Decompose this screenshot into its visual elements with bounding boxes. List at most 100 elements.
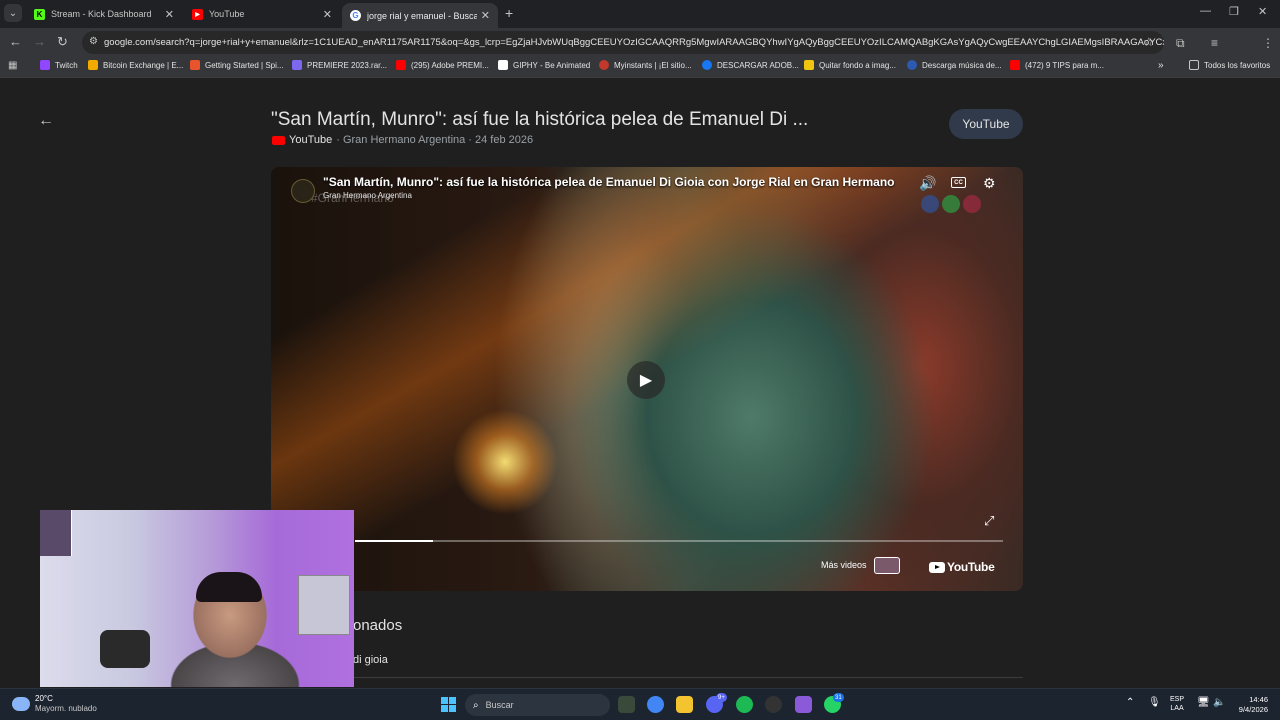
microphone-icon[interactable]: 🎙: [1148, 697, 1161, 708]
bookmark-premiere-rar[interactable]: PREMIERE 2023.rar...: [292, 60, 387, 70]
fullscreen-icon[interactable]: ⤢: [984, 513, 994, 529]
settings-gear-icon[interactable]: ⚙: [983, 175, 996, 192]
video-channel[interactable]: Gran Hermano Argentina: [323, 191, 412, 200]
bookmark-twitch[interactable]: Twitch: [40, 60, 78, 70]
tab-youtube[interactable]: ▶ YouTube ✕: [184, 3, 340, 25]
twitch-icon: [40, 60, 50, 70]
youtube-icon: [1010, 60, 1020, 70]
obs-icon[interactable]: [765, 696, 782, 713]
whatsapp-badge: 31: [833, 693, 844, 702]
youtube-logo[interactable]: YouTube: [929, 560, 995, 574]
media-control-icon[interactable]: ≡: [1211, 36, 1218, 50]
open-youtube-button[interactable]: YouTube: [949, 109, 1023, 139]
speaker-icon[interactable]: 🔈: [1213, 697, 1225, 708]
taskbar: 20°C Mayorm. nublado ⌕ Buscar 9+ 31 ⌃ 🎙 …: [0, 688, 1280, 720]
close-icon[interactable]: ✕: [481, 9, 490, 22]
divider: [271, 677, 1023, 678]
apps-icon[interactable]: ▦: [8, 60, 17, 71]
video-title[interactable]: "San Martín, Munro": así fue la históric…: [323, 175, 903, 189]
youtube-icon: [396, 60, 406, 70]
result-meta: YouTube · Gran Hermano Argentina · 24 fe…: [272, 134, 533, 146]
bookmark-spi[interactable]: Getting Started | Spi...: [190, 60, 284, 70]
result-title[interactable]: "San Martín, Munro": así fue la históric…: [271, 109, 808, 131]
new-tab-plus-icon[interactable]: +: [505, 5, 513, 21]
back-icon[interactable]: ←: [9, 34, 22, 49]
network-icon[interactable]: 🖥: [1197, 697, 1210, 708]
tab-search-button[interactable]: ⌄: [4, 4, 22, 22]
lang-secondary: LAA: [1170, 705, 1184, 712]
wall-poster: [298, 575, 350, 635]
more-videos-thumbnail[interactable]: [874, 557, 900, 574]
bookmark-label: (472) 9 TIPS para m...: [1025, 60, 1104, 70]
more-bookmarks-chevron-icon[interactable]: »: [1158, 60, 1164, 71]
folder-icon: [1189, 60, 1199, 70]
browser-toolbar: ← → ↻ ⚙ google.com/search?q=jorge+rial+y…: [0, 28, 1280, 76]
bookmark-myinstants[interactable]: Myinstants | ¡El sitio...: [599, 60, 692, 70]
site-info-icon[interactable]: ⚙: [89, 36, 98, 47]
close-window-icon[interactable]: ✕: [1258, 5, 1267, 18]
close-icon[interactable]: ✕: [165, 8, 174, 21]
youtube-play-icon: [929, 561, 945, 573]
chrome-icon[interactable]: [647, 696, 664, 713]
windows-start-icon[interactable]: [441, 697, 456, 712]
temperature: 20°C: [35, 694, 53, 703]
task-view-icon[interactable]: [618, 696, 635, 713]
menu-icon[interactable]: ⋮: [1262, 36, 1274, 50]
tab-kick[interactable]: K Stream - Kick Dashboard ✕: [26, 3, 182, 25]
extensions-icon[interactable]: ⧉: [1176, 36, 1185, 51]
cloud-icon: [12, 697, 30, 711]
streamlabs-icon[interactable]: [795, 696, 812, 713]
video-player[interactable]: #GranHermano "San Martín, Munro": así fu…: [271, 167, 1023, 591]
tab-title: Stream - Kick Dashboard: [51, 9, 152, 19]
tab-title: jorge rial y emanuel - Buscar con Google: [367, 10, 477, 21]
forward-icon[interactable]: →: [33, 34, 46, 49]
progress-fill: [355, 540, 433, 542]
bookmark-adobe-premiere[interactable]: (295) Adobe PREMI...: [396, 60, 489, 70]
myinstants-icon: [599, 60, 609, 70]
address-bar[interactable]: ⚙ google.com/search?q=jorge+rial+y+emanu…: [82, 31, 1164, 54]
result-channel-date: · Gran Hermano Argentina · 24 feb 2026: [336, 134, 534, 146]
back-arrow-icon[interactable]: ←: [38, 112, 54, 130]
bookmark-quitar-fondo[interactable]: Quitar fondo a imag...: [804, 60, 896, 70]
bookmark-label: Myinstants | ¡El sitio...: [614, 60, 692, 70]
bookmark-label: DESCARGAR ADOB...: [717, 60, 799, 70]
reload-icon[interactable]: ↻: [57, 34, 68, 50]
bookmark-9-tips[interactable]: (472) 9 TIPS para m...: [1010, 60, 1104, 70]
tab-strip: ⌄ K Stream - Kick Dashboard ✕ ▶ YouTube …: [0, 0, 1280, 28]
related-heading: onados: [353, 617, 403, 634]
all-bookmarks-folder[interactable]: Todos los favoritos: [1189, 60, 1270, 70]
tab-title: YouTube: [209, 9, 245, 19]
minimize-icon[interactable]: —: [1200, 5, 1211, 17]
bookmark-label: Twitch: [55, 60, 78, 70]
restore-icon[interactable]: ❐: [1229, 5, 1239, 18]
taskbar-search[interactable]: ⌕ Buscar: [465, 694, 610, 716]
bookmark-star-icon[interactable]: ☆: [1143, 35, 1154, 49]
youtube-icon: [272, 135, 285, 145]
lang-primary: ESP: [1170, 696, 1185, 703]
captions-icon[interactable]: CC: [951, 177, 966, 188]
bookmark-descargar-adobe[interactable]: DESCARGAR ADOB...: [702, 60, 799, 70]
bookmark-label: Getting Started | Spi...: [205, 60, 284, 70]
related-item[interactable]: di gioia: [353, 654, 388, 666]
bookmark-descarga-musica[interactable]: Descarga música de...: [907, 60, 1002, 70]
tab-google-search[interactable]: G jorge rial y emanuel - Buscar con Goog…: [342, 3, 498, 28]
spotify-icon[interactable]: [736, 696, 753, 713]
volume-icon[interactable]: 🔊: [919, 175, 936, 192]
close-icon[interactable]: ✕: [323, 8, 332, 21]
more-videos-label[interactable]: Más videos: [821, 560, 867, 570]
tray-chevron-icon[interactable]: ⌃: [1126, 697, 1134, 708]
weather-widget[interactable]: 20°C Mayorm. nublado: [12, 694, 97, 714]
bookmark-bitcoin[interactable]: Bitcoin Exchange | E...: [88, 60, 183, 70]
facebook-icon: [702, 60, 712, 70]
bookmark-giphy[interactable]: GIPHY - Be Animated: [498, 60, 590, 70]
bookmark-label: (295) Adobe PREMI...: [411, 60, 489, 70]
music-icon: [907, 60, 917, 70]
channel-avatar[interactable]: [291, 179, 315, 203]
play-button[interactable]: ▶: [627, 361, 665, 399]
file-icon: [292, 60, 302, 70]
progress-bar[interactable]: [355, 540, 1003, 542]
result-source[interactable]: YouTube: [289, 134, 332, 146]
system-clock[interactable]: 14:46 9/4/2026: [1230, 695, 1268, 715]
file-explorer-icon[interactable]: [676, 696, 693, 713]
language-indicator[interactable]: ESP LAA: [1170, 695, 1184, 713]
